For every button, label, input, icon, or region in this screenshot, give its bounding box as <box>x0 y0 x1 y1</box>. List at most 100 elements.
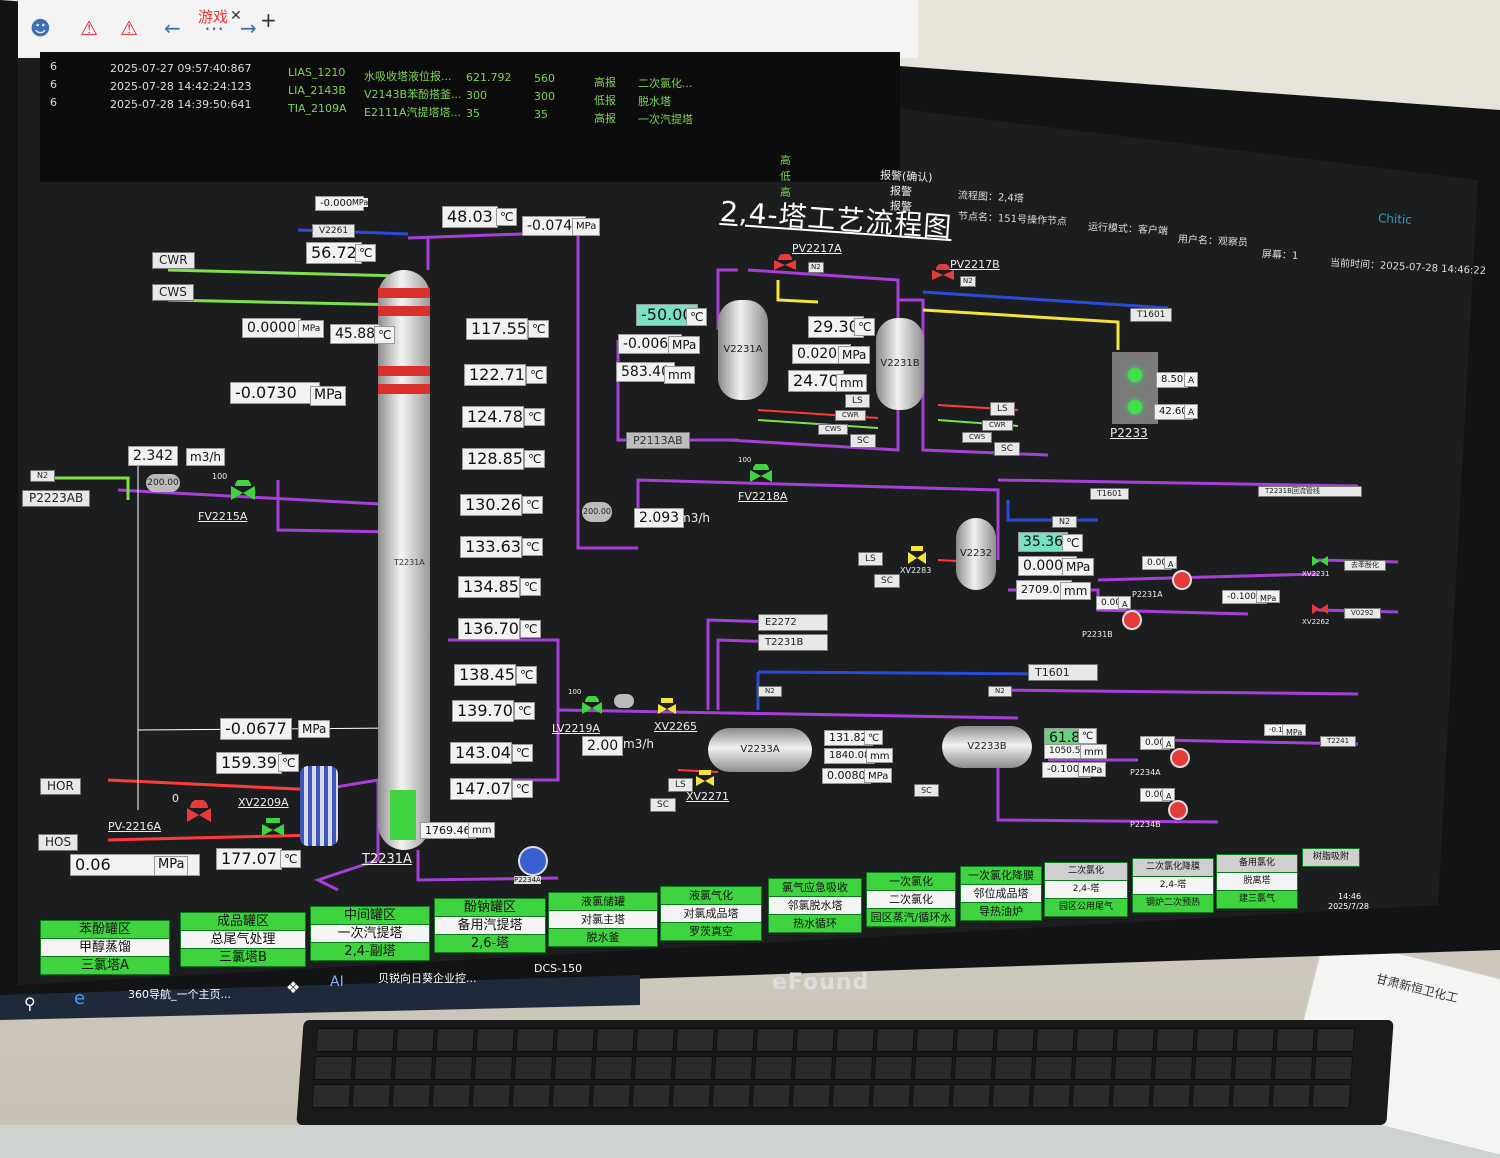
reboiler-e2209[interactable] <box>300 766 338 846</box>
fic2218-controller[interactable]: 200.00 <box>582 502 612 522</box>
vessel-v2233b[interactable]: V2233B <box>942 726 1032 768</box>
nav-button-0-1[interactable]: 甲醇蒸馏 <box>40 938 170 957</box>
t1601-tag-low[interactable]: T1601 <box>1028 664 1098 681</box>
alarm-n[interactable]: 6 <box>50 78 57 91</box>
forward-arrow-icon[interactable]: → <box>240 16 257 40</box>
nav-button-12-0[interactable]: 树脂吸附 <box>1302 848 1360 867</box>
nav-button-10-1[interactable]: 2,4-塔 <box>1132 876 1214 895</box>
alarm-v2[interactable]: 35 <box>534 108 548 121</box>
cwr-label[interactable]: CWR <box>152 252 195 269</box>
xv2271-label[interactable]: XV2271 <box>686 790 729 803</box>
pump-p2234b-icon[interactable] <box>1168 800 1188 820</box>
taskbar-app-sunflower[interactable]: 贝锐向日葵企业控... <box>378 970 477 986</box>
xv2231-valve-icon[interactable] <box>1310 552 1330 568</box>
vessel-v2231a[interactable]: V2231A <box>718 300 768 400</box>
alarm-v2[interactable]: 300 <box>534 90 555 103</box>
alarm-v1[interactable]: 35 <box>466 107 480 120</box>
alarm-v1[interactable]: 621.792 <box>466 71 512 84</box>
search-icon[interactable]: ⚲ <box>24 994 36 1013</box>
destination-v0292[interactable]: V0292 <box>1344 608 1381 619</box>
p2113ab-tag[interactable]: P2113AB <box>626 432 690 449</box>
xv2262-label[interactable]: XV2262 <box>1302 618 1329 626</box>
lv2219a-valve-icon[interactable] <box>580 695 604 716</box>
vessel-v2233a[interactable]: V2233A <box>708 728 812 772</box>
xv2209a-valve-icon[interactable] <box>260 818 286 838</box>
cws-label[interactable]: CWS <box>152 284 194 301</box>
fic-controller[interactable]: 200.00 <box>146 474 180 492</box>
alarm-tag[interactable]: LIAS_1210 <box>288 66 345 79</box>
nav-button-1-1[interactable]: 总尾气处理 <box>180 930 306 949</box>
nav-button-6-2[interactable]: 热水循环 <box>768 914 862 933</box>
nav-button-4-0[interactable]: 液氯储罐 <box>548 892 658 911</box>
pv2217b-label[interactable]: PV2217B <box>950 258 1000 271</box>
xv2209a-label[interactable]: XV2209A <box>238 796 289 809</box>
xv2271-valve-icon[interactable] <box>694 770 716 788</box>
new-tab-icon[interactable]: + <box>260 8 277 32</box>
alarm-v2[interactable]: 560 <box>534 72 555 85</box>
nav-button-11-1[interactable]: 脱离塔 <box>1216 872 1298 891</box>
fv2215a-valve-icon[interactable] <box>228 478 258 502</box>
xv2265-label[interactable]: XV2265 <box>654 720 697 733</box>
nav-button-0-2[interactable]: 三氯塔A <box>40 956 170 975</box>
taskbar-app-360[interactable]: 360导航_一个主页... <box>128 986 231 1002</box>
nav-button-10-2[interactable]: 钢炉二次预热 <box>1132 894 1214 913</box>
nav-button-9-1[interactable]: 2,4-塔 <box>1044 880 1128 899</box>
alarm-ack[interactable]: 一次汽提塔 <box>638 111 693 127</box>
nav-button-2-2[interactable]: 2,4-副塔 <box>310 942 430 961</box>
back-arrow-icon[interactable]: ← <box>164 16 181 40</box>
pump-p2231a-icon[interactable] <box>1172 570 1192 590</box>
taskbar-app-dcs[interactable]: DCS-150 <box>534 962 582 975</box>
nav-button-9-0[interactable]: 二次氯化 <box>1044 862 1128 881</box>
pv2217a-valve-icon[interactable] <box>772 253 798 272</box>
hor-tag[interactable]: HOR <box>40 778 81 795</box>
alarm-time[interactable]: 2025-07-28 14:42:24:123 <box>110 80 252 93</box>
p2233-label[interactable]: P2233 <box>1110 426 1148 440</box>
nav-button-1-0[interactable]: 成品罐区 <box>180 912 306 931</box>
siren-icon[interactable]: ⚠ <box>120 16 138 40</box>
pv2216a-valve-icon[interactable] <box>184 799 214 824</box>
vessel-v2232[interactable]: V2232 <box>956 518 996 590</box>
pv2217a-label[interactable]: PV2217A <box>792 242 842 255</box>
alarm-tag[interactable]: TIA_2109A <box>288 102 347 115</box>
xv2231-label[interactable]: XV2231 <box>1302 570 1329 578</box>
alarm-lvl[interactable]: 低报 <box>594 92 616 108</box>
alarm-lvl[interactable]: 高报 <box>594 74 616 90</box>
destination-1[interactable]: 去苯酚化 <box>1344 560 1386 571</box>
nav-button-9-2[interactable]: 园区公用尾气 <box>1044 898 1128 917</box>
nav-button-7-0[interactable]: 一次氯化 <box>866 872 956 891</box>
lv2219a-label[interactable]: LV2219A <box>552 722 600 735</box>
alarm-lvl[interactable]: 高报 <box>594 110 616 126</box>
alarm-ack[interactable]: 二次氯化... <box>638 75 693 91</box>
p2223ab-tag[interactable]: P2223AB <box>22 490 91 507</box>
widgets-icon[interactable]: ❖ <box>286 978 300 997</box>
nav-button-11-2[interactable]: 建三氯气 <box>1216 890 1298 909</box>
nav-button-1-2[interactable]: 三氯塔B <box>180 948 306 967</box>
t2241-tag[interactable]: T2241 <box>1320 736 1357 747</box>
t1601-tag-top[interactable]: T1601 <box>1130 308 1173 322</box>
alarm-tag[interactable]: LIA_2143B <box>288 84 346 97</box>
user-icon[interactable]: ☻ <box>30 16 51 40</box>
pump-p2234a-lower-icon[interactable] <box>1170 748 1190 768</box>
fv2215a-label[interactable]: FV2215A <box>198 510 247 523</box>
nav-button-2-0[interactable]: 中间罐区 <box>310 906 430 925</box>
nav-button-3-0[interactable]: 酚钠罐区 <box>434 898 546 917</box>
nav-button-2-1[interactable]: 一次汽提塔 <box>310 924 430 943</box>
alarm-desc[interactable]: E2111A汽提塔塔... <box>364 104 461 120</box>
e2272-tag[interactable]: E2272 <box>758 614 828 631</box>
fv2218a-valve-icon[interactable] <box>748 462 774 484</box>
xv2283-valve-icon[interactable] <box>906 546 928 566</box>
vessel-v2231b[interactable]: V2231B <box>876 318 924 410</box>
nav-button-5-0[interactable]: 液氯气化 <box>660 886 762 905</box>
fv2218a-label[interactable]: FV2218A <box>738 490 787 503</box>
nav-button-5-1[interactable]: 对氯成品塔 <box>660 904 762 923</box>
alarm-desc[interactable]: 水吸收塔液位报... <box>364 68 452 84</box>
close-tab-icon[interactable]: ✕ <box>230 8 242 24</box>
nav-button-7-1[interactable]: 二次氯化 <box>866 890 956 909</box>
nav-button-6-0[interactable]: 氯气应急吸收 <box>768 878 862 897</box>
alarm-time[interactable]: 2025-07-28 14:39:50:641 <box>110 98 252 111</box>
nav-button-3-1[interactable]: 备用汽提塔 <box>434 916 546 935</box>
alarm-desc[interactable]: V2143B苯酚搭釜... <box>364 86 462 102</box>
pump-p2234a-icon[interactable] <box>518 846 548 876</box>
alarm-v1[interactable]: 300 <box>466 89 487 102</box>
ie-browser-icon[interactable]: e <box>74 988 85 1009</box>
